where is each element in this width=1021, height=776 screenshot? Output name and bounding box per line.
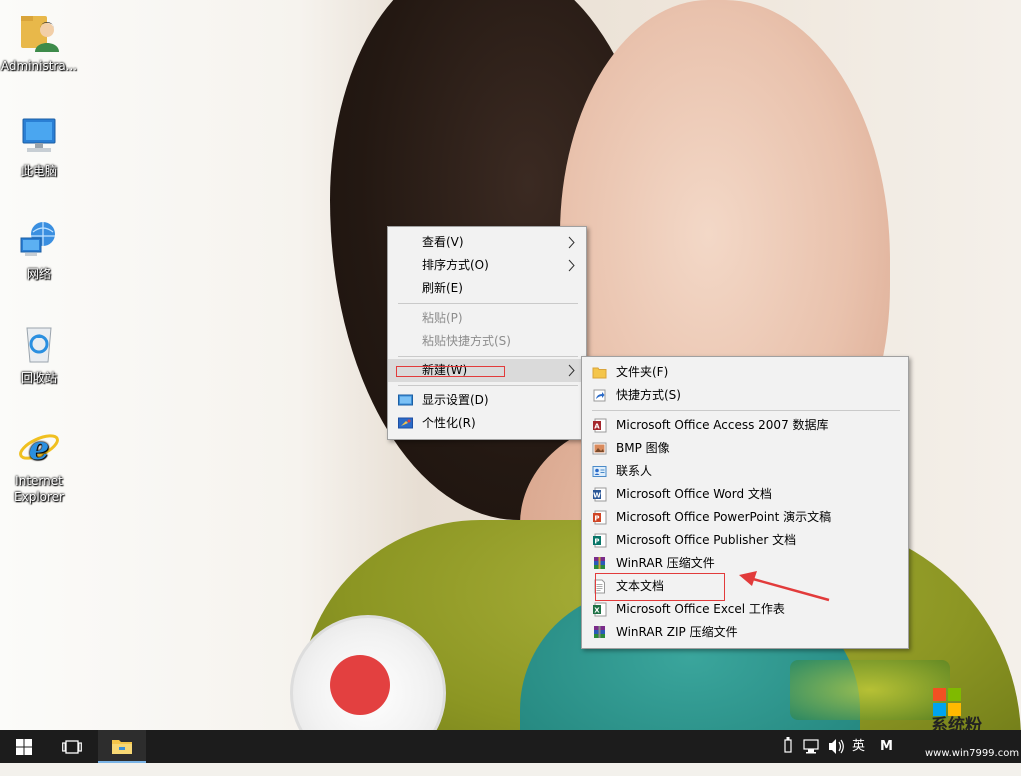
contact-icon [592, 464, 607, 479]
bmp-image-icon [592, 441, 607, 456]
desktop-icon-internet-explorer[interactable]: e Internet Explorer [0, 425, 78, 505]
svg-text:P: P [594, 515, 599, 523]
svg-text:A: A [594, 423, 600, 431]
internet-explorer-icon: e [17, 425, 61, 469]
svg-text:W: W [593, 492, 601, 500]
menu-separator [398, 385, 578, 386]
submenu-item-access-database[interactable]: A Microsoft Office Access 2007 数据库 [582, 414, 908, 437]
shortcut-icon [592, 388, 607, 403]
windows-start-icon [16, 739, 32, 755]
word-icon: W [592, 487, 607, 502]
personalize-icon [398, 416, 413, 431]
submenu-item-powerpoint-presentation[interactable]: P Microsoft Office PowerPoint 演示文稿 [582, 506, 908, 529]
watermark-logo: 系统粉 [923, 685, 1021, 736]
submenu-item-shortcut[interactable]: 快捷方式(S) [582, 384, 908, 407]
svg-text:X: X [594, 607, 600, 615]
desktop-icon-label: 此电脑 [20, 164, 57, 178]
submenu-item-publisher-document[interactable]: P Microsoft Office Publisher 文档 [582, 529, 908, 552]
submenu-item-word-document[interactable]: W Microsoft Office Word 文档 [582, 483, 908, 506]
powerpoint-icon: P [592, 510, 607, 525]
winrar-zip-icon [592, 625, 607, 640]
menu-item-paste-shortcut[interactable]: 粘贴快捷方式(S) [388, 330, 586, 353]
wallpaper-badge-logo [330, 655, 390, 715]
publisher-icon: P [592, 533, 607, 548]
menu-item-refresh[interactable]: 刷新(E) [388, 277, 586, 300]
menu-item-display-settings[interactable]: 显示设置(D) [388, 389, 586, 412]
access-icon: A [592, 418, 607, 433]
winrar-icon [592, 556, 607, 571]
task-view-icon [62, 740, 82, 754]
ime-mode-indicator[interactable]: M [880, 730, 893, 763]
desktop-context-menu: 查看(V) 排序方式(O) 刷新(E) 粘贴(P) 粘贴快捷方式(S) 新建(W… [387, 226, 587, 440]
desktop-icon-label: Administra... [0, 59, 78, 73]
display-settings-icon [398, 393, 413, 408]
annotation-highlight-box [595, 573, 725, 601]
recycle-bin-icon [17, 322, 61, 366]
task-view-button[interactable] [48, 730, 96, 763]
menu-item-paste[interactable]: 粘贴(P) [388, 307, 586, 330]
usb-device-icon[interactable] [782, 730, 794, 763]
user-folder-icon [17, 10, 61, 54]
menu-separator [398, 356, 578, 357]
desktop-icon-administrator[interactable]: Administra... [0, 10, 78, 74]
network-status-icon[interactable] [803, 730, 821, 763]
network-icon [17, 218, 61, 262]
svg-text:e: e [29, 429, 49, 467]
new-submenu: 文件夹(F) 快捷方式(S) A Microsoft Office Access… [581, 356, 909, 649]
excel-icon: X [592, 602, 607, 617]
submenu-item-winrar-zip-archive[interactable]: WinRAR ZIP 压缩文件 [582, 621, 908, 644]
file-explorer-icon [112, 740, 132, 754]
desktop-icon-label: Internet Explorer [14, 474, 64, 504]
menu-item-personalize[interactable]: 个性化(R) [388, 412, 586, 435]
file-explorer-button[interactable] [98, 730, 146, 763]
submenu-item-bmp-image[interactable]: BMP 图像 [582, 437, 908, 460]
menu-item-sort-by[interactable]: 排序方式(O) [388, 254, 586, 277]
submenu-item-folder[interactable]: 文件夹(F) [582, 361, 908, 384]
desktop-icon-network[interactable]: 网络 [0, 218, 78, 282]
submenu-item-contact[interactable]: 联系人 [582, 460, 908, 483]
start-button[interactable] [0, 730, 48, 763]
folder-icon [592, 365, 607, 380]
computer-icon [17, 115, 61, 159]
menu-separator [398, 303, 578, 304]
volume-icon[interactable] [828, 730, 846, 763]
taskbar: 英 M [0, 730, 1021, 763]
ime-language-indicator[interactable]: 英 [852, 730, 865, 763]
desktop-icon-label: 回收站 [20, 371, 57, 385]
menu-separator [592, 410, 900, 411]
annotation-highlight-box [396, 366, 505, 377]
svg-text:P: P [594, 538, 599, 546]
desktop-icon-recycle-bin[interactable]: 回收站 [0, 322, 78, 386]
annotation-arrow-icon [739, 571, 830, 602]
desktop-icon-label: 网络 [26, 267, 51, 281]
menu-item-view[interactable]: 查看(V) [388, 231, 586, 254]
watermark-site-url: www.win7999.com [925, 748, 1020, 759]
desktop-icon-this-pc[interactable]: 此电脑 [0, 115, 78, 179]
